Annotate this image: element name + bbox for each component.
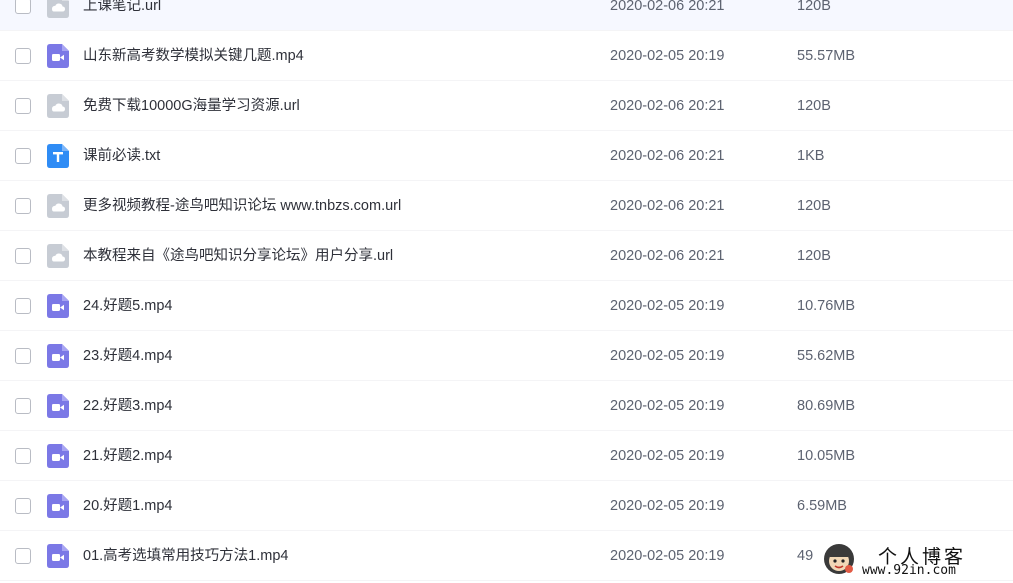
row-checkbox[interactable]: [15, 48, 31, 64]
file-date: 2020-02-05 20:19: [610, 348, 725, 364]
file-name[interactable]: 山东新高考数学模拟关键几题.mp4: [83, 31, 304, 81]
file-row[interactable]: 上课笔记.url 2020-02-06 20:21 120B: [0, 0, 1013, 31]
file-date: 2020-02-06 20:21: [610, 198, 725, 214]
file-size: 10.76MB: [797, 298, 856, 314]
video-file-icon[interactable]: [47, 44, 69, 68]
file-list: 上课笔记.url 2020-02-06 20:21 120B 山东新高考数学模拟关键几…: [0, 0, 1013, 581]
file-size: 80.69MB: [797, 398, 856, 414]
file-size: 120B: [797, 98, 831, 114]
file-size: 120B: [797, 248, 831, 264]
cloud-link-icon[interactable]: [47, 244, 69, 268]
watermark-url: www.92in.com: [862, 563, 956, 578]
file-row[interactable]: 山东新高考数学模拟关键几题.mp4 2020-02-05 20:19 55.57MB: [0, 31, 1013, 81]
file-name[interactable]: 上课笔记.url: [83, 0, 161, 31]
file-date: 2020-02-05 20:19: [610, 448, 725, 464]
file-size: 1KB: [797, 148, 825, 164]
row-checkbox[interactable]: [15, 0, 31, 14]
file-date: 2020-02-06 20:21: [610, 248, 725, 264]
row-checkbox[interactable]: [15, 198, 31, 214]
file-date: 2020-02-06 20:21: [610, 98, 725, 114]
video-file-icon[interactable]: [47, 294, 69, 318]
file-row[interactable]: 22.好题3.mp4 2020-02-05 20:19 80.69MB: [0, 381, 1013, 431]
video-file-icon[interactable]: [47, 344, 69, 368]
file-name[interactable]: 24.好题5.mp4: [83, 281, 172, 331]
file-row[interactable]: 本教程来自《途鸟吧知识分享论坛》用户分享.url 2020-02-06 20:21…: [0, 231, 1013, 281]
row-checkbox[interactable]: [15, 548, 31, 564]
row-checkbox[interactable]: [15, 398, 31, 414]
row-checkbox[interactable]: [15, 298, 31, 314]
file-name[interactable]: 20.好题1.mp4: [83, 481, 172, 531]
row-checkbox[interactable]: [15, 148, 31, 164]
row-checkbox[interactable]: [15, 98, 31, 114]
file-size: 120B: [797, 198, 831, 214]
cloud-link-icon[interactable]: [47, 94, 69, 118]
file-size: 49: [797, 548, 814, 564]
avatar-logo-icon: [824, 544, 854, 574]
file-name[interactable]: 21.好题2.mp4: [83, 431, 172, 481]
file-size: 55.62MB: [797, 348, 856, 364]
cloud-link-icon[interactable]: [47, 194, 69, 218]
file-row[interactable]: 23.好题4.mp4 2020-02-05 20:19 55.62MB: [0, 331, 1013, 381]
file-date: 2020-02-06 20:21: [610, 0, 725, 14]
file-date: 2020-02-06 20:21: [610, 148, 725, 164]
video-file-icon[interactable]: [47, 544, 69, 568]
video-file-icon[interactable]: [47, 494, 69, 518]
file-row[interactable]: 21.好题2.mp4 2020-02-05 20:19 10.05MB: [0, 431, 1013, 481]
row-checkbox[interactable]: [15, 448, 31, 464]
watermark: 个人博客 www.92in.com: [820, 540, 1010, 580]
file-name[interactable]: 22.好题3.mp4: [83, 381, 172, 431]
file-size: 10.05MB: [797, 448, 856, 464]
text-file-icon[interactable]: [47, 144, 69, 168]
file-row[interactable]: 课前必读.txt 2020-02-06 20:21 1KB: [0, 131, 1013, 181]
file-row[interactable]: 更多视频教程-途鸟吧知识论坛 www.tnbzs.com.url 2020-02-…: [0, 181, 1013, 231]
file-name[interactable]: 课前必读.txt: [83, 131, 160, 181]
file-date: 2020-02-05 20:19: [610, 548, 725, 564]
file-name[interactable]: 本教程来自《途鸟吧知识分享论坛》用户分享.url: [83, 231, 393, 281]
file-size: 6.59MB: [797, 498, 847, 514]
file-size: 55.57MB: [797, 48, 856, 64]
video-file-icon[interactable]: [47, 444, 69, 468]
row-checkbox[interactable]: [15, 348, 31, 364]
cloud-link-icon[interactable]: [47, 0, 69, 18]
file-name[interactable]: 免费下载10000G海量学习资源.url: [83, 81, 300, 131]
row-checkbox[interactable]: [15, 498, 31, 514]
file-size: 120B: [797, 0, 831, 14]
file-date: 2020-02-05 20:19: [610, 498, 725, 514]
file-name[interactable]: 更多视频教程-途鸟吧知识论坛 www.tnbzs.com.url: [83, 181, 401, 231]
file-row[interactable]: 24.好题5.mp4 2020-02-05 20:19 10.76MB: [0, 281, 1013, 331]
video-file-icon[interactable]: [47, 394, 69, 418]
file-date: 2020-02-05 20:19: [610, 298, 725, 314]
file-date: 2020-02-05 20:19: [610, 398, 725, 414]
file-name[interactable]: 23.好题4.mp4: [83, 331, 172, 381]
file-date: 2020-02-05 20:19: [610, 48, 725, 64]
row-checkbox[interactable]: [15, 248, 31, 264]
file-name[interactable]: 01.高考选填常用技巧方法1.mp4: [83, 531, 288, 581]
file-row[interactable]: 免费下载10000G海量学习资源.url 2020-02-06 20:21 120B: [0, 81, 1013, 131]
file-row[interactable]: 20.好题1.mp4 2020-02-05 20:19 6.59MB: [0, 481, 1013, 531]
